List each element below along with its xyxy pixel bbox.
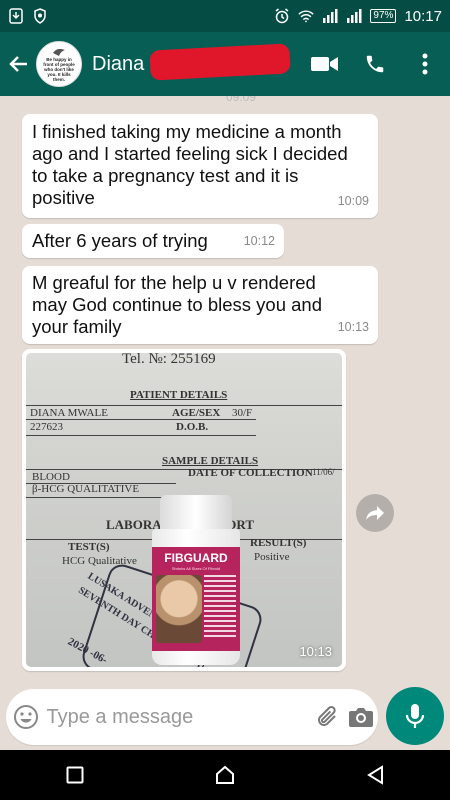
home-button[interactable] [195,755,255,795]
video-call-button[interactable] [300,39,350,89]
image-message[interactable]: Tel. №: 255169 PATIENT DETAILS DIANA MWA… [22,349,346,671]
video-icon [311,57,338,71]
message-time: 10:12 [243,234,275,248]
wifi-icon [298,8,315,24]
message-time: 10:13 [299,644,332,659]
battery-level: 97 [373,10,385,21]
back-nav-button[interactable] [345,755,405,795]
doc-result: Positive [254,551,290,563]
signal-icon [322,8,338,24]
alarm-icon [274,8,290,24]
camera-icon [349,708,374,727]
doc-tests-label: TEST(S) [68,541,110,553]
doc-sample-details: SAMPLE DETAILS [162,455,259,467]
doc-patient-name: DIANA MWALE [30,407,108,419]
doc-age-sex: 30/F [232,407,253,419]
contact-name[interactable]: Diana K [92,42,300,81]
forward-button[interactable] [356,494,394,532]
lab-report-photo[interactable]: Tel. №: 255169 PATIENT DETAILS DIANA MWA… [26,353,342,667]
download-icon [8,8,24,24]
more-options-button[interactable] [400,39,450,89]
message-text: M greaful for the help u v rendered may … [32,272,323,337]
doc-hcg: β-HCG QUALITATIVE [32,483,140,495]
mic-button[interactable] [386,687,444,745]
product-tagline: Shrinks All Sizes Of Fibroid [171,566,221,571]
avatar[interactable]: Be happy in front of people who don't li… [36,41,82,87]
doc-dob-label: D.O.B. [176,421,209,433]
battery-icon: 97% [370,9,397,23]
emoji-icon [14,705,39,729]
doc-blood: BLOOD [32,471,70,483]
message-composer [0,686,450,750]
back-button[interactable] [0,53,36,75]
signal-icon [346,8,362,24]
navigation-bar [0,750,450,800]
more-vertical-icon [422,53,428,75]
arrow-left-icon [9,56,27,72]
doc-patient-id: 227623 [30,421,63,433]
message-time: 10:09 [337,194,369,208]
square-icon [66,766,84,784]
message-bubble[interactable]: M greaful for the help u v rendered may … [22,266,378,344]
doc-date-label: DATE OF COLLECTION [188,467,313,479]
emoji-button[interactable] [6,704,46,730]
chat-area[interactable]: 09:09 I finished taking my medicine a mo… [0,96,450,686]
mic-icon [405,704,425,728]
supplement-bottle: FIBGUARD Shrinks All Sizes Of Fibroid [148,495,244,665]
message-bubble[interactable]: After 6 years of trying 10:12 [22,224,284,258]
bird-icon [53,48,65,56]
message-input[interactable] [46,705,312,729]
message-bubble[interactable]: I finished taking my medicine a month ag… [22,114,378,218]
message-time: 10:13 [337,320,369,334]
product-brand: FIBGUARD [164,551,228,565]
shield-icon [32,8,48,24]
paperclip-icon [318,706,336,726]
camera-button[interactable] [345,706,378,728]
doc-age-sex-label: AGE/SEX [172,407,221,419]
home-icon [216,765,234,784]
message-text: After 6 years of trying [32,230,208,251]
doc-result-label: RESULT(S) [250,537,307,549]
clock: 10:17 [404,7,442,25]
phone-icon [366,55,384,73]
product-photo [156,575,202,643]
doc-patient-details: PATIENT DETAILS [130,389,228,401]
redaction-mark [149,42,291,81]
input-pill [6,689,378,745]
recents-button[interactable] [45,755,105,795]
attach-button[interactable] [311,705,344,729]
doc-date: 11/06/ [312,467,335,477]
voice-call-button[interactable] [350,39,400,89]
chat-header: Be happy in front of people who don't li… [0,32,450,96]
status-bar: 97% 10:17 [0,0,450,32]
forward-icon [366,506,384,520]
avatar-text: Be happy in front of people who don't li… [43,56,75,82]
message-text: I finished taking my medicine a month ag… [32,121,348,208]
doc-tel: Tel. №: 255169 [122,353,216,367]
triangle-back-icon [367,765,383,785]
cut-off-timestamp: 09:09 [226,96,257,104]
